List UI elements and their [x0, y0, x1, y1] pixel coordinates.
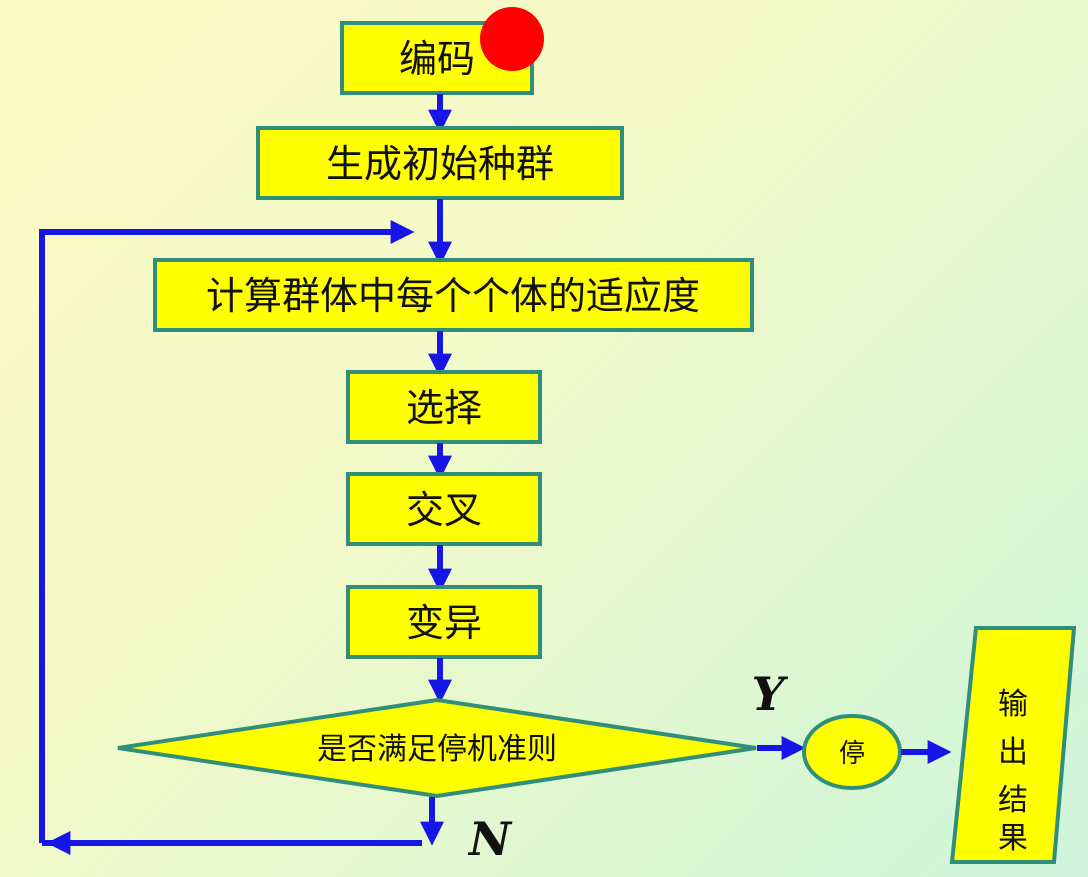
- output-char-3: 结: [998, 783, 1028, 818]
- flowchart-svg: 编码 生成初始种群 计算群体中每个个体的适应度 选择 交叉 变异 是否满足停机准…: [39, 7, 1077, 866]
- fitness-step: 计算群体中每个个体的适应度: [153, 258, 754, 332]
- stop-condition-label: 是否满足停机准则: [317, 732, 557, 767]
- flowchart-canvas: 编码 生成初始种群 计算群体中每个个体的适应度 选择 交叉 变异 是否满足停机准…: [0, 0, 1088, 877]
- init-population-step: 生成初始种群: [256, 126, 624, 200]
- encode-label: 编码: [399, 37, 475, 81]
- fitness-label: 计算群体中每个个体的适应度: [206, 274, 700, 318]
- crossover-step: 交叉: [346, 472, 542, 546]
- output-char-2: 出: [998, 735, 1028, 770]
- selection-label: 选择: [406, 386, 482, 430]
- crossover-label: 交叉: [406, 488, 482, 532]
- no-label: N: [467, 812, 513, 866]
- output-char-4: 果: [998, 821, 1028, 856]
- stop-label: 停: [839, 739, 865, 769]
- mutation-label: 变异: [406, 601, 482, 645]
- mutation-step: 变异: [346, 585, 542, 659]
- output-result-step: 输 出 结 果: [949, 626, 1077, 864]
- selection-step: 选择: [346, 370, 542, 444]
- stop-condition-decision: 是否满足停机准则: [117, 697, 757, 799]
- yes-label: Y: [752, 667, 789, 721]
- red-dot-marker: [480, 7, 544, 71]
- stop-node: 停: [802, 714, 902, 790]
- init-population-label: 生成初始种群: [326, 142, 554, 186]
- output-char-1: 输: [998, 687, 1028, 722]
